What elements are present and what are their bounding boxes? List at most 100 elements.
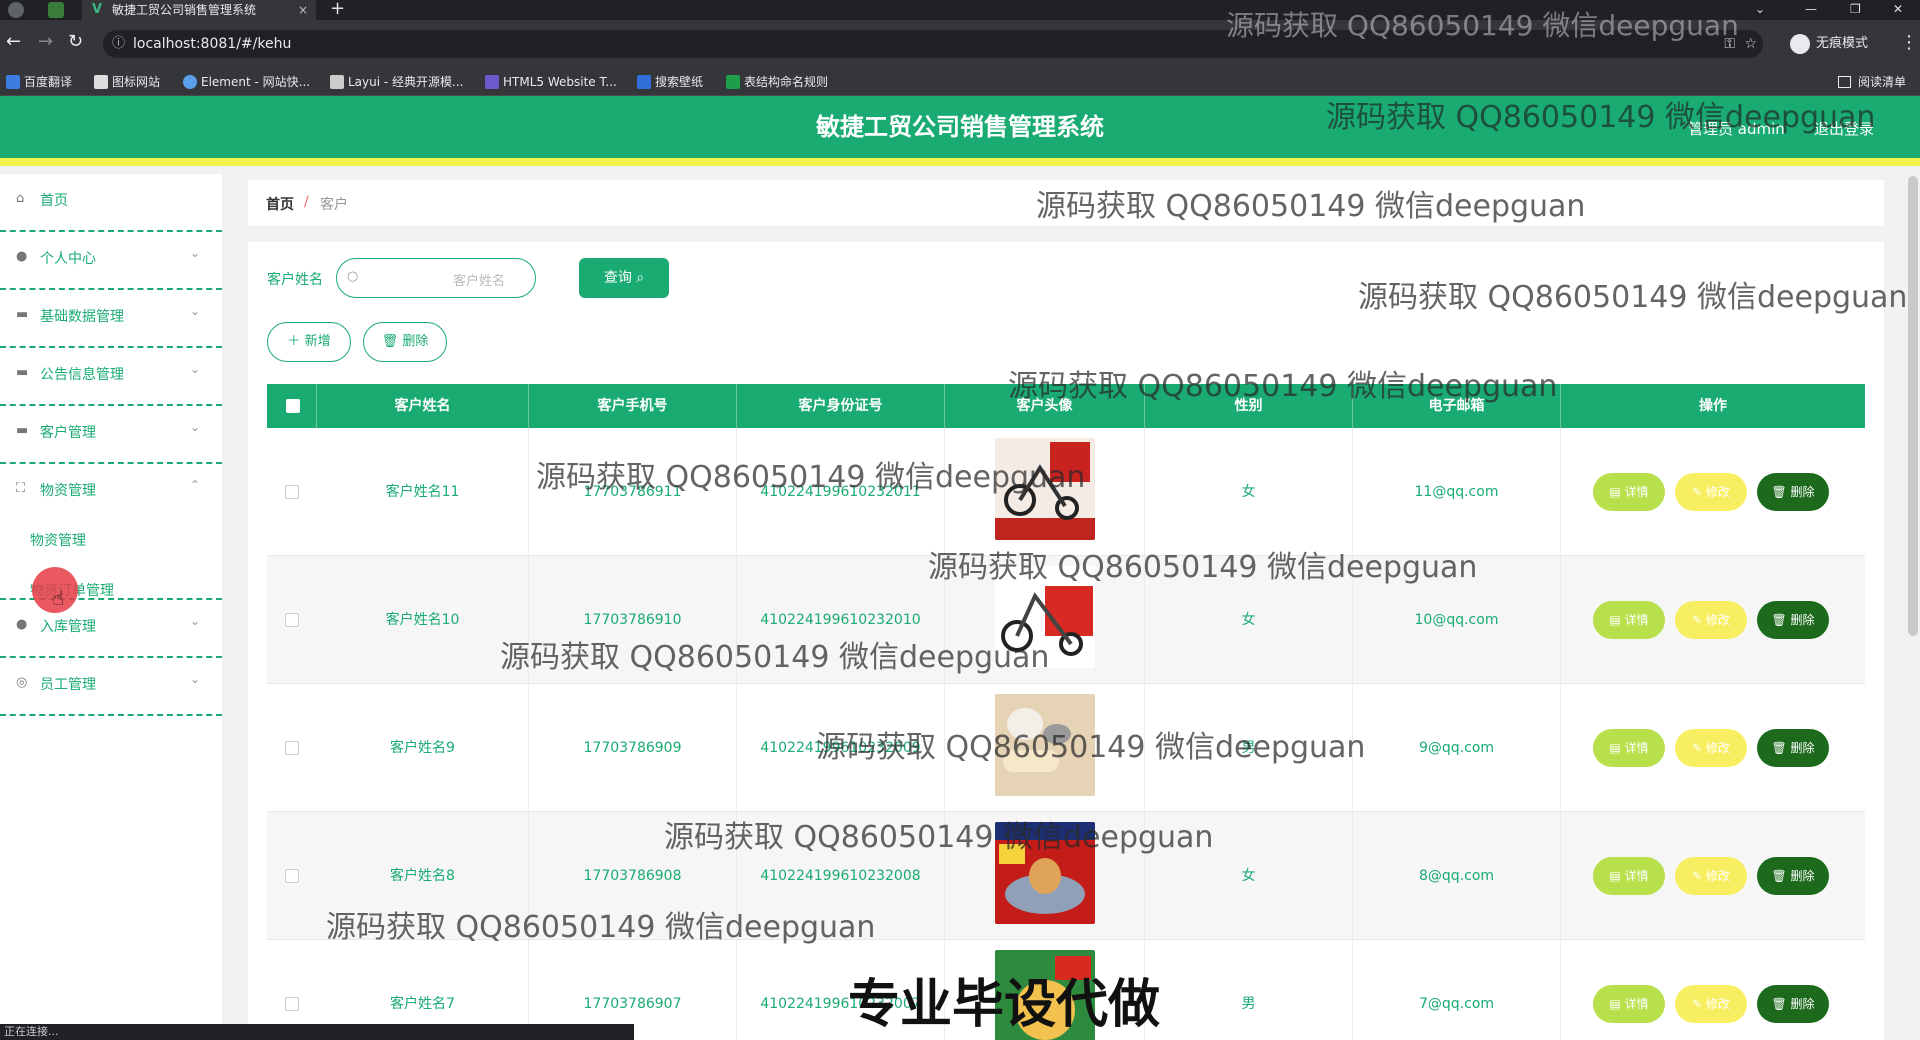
back-icon[interactable]: ←: [6, 32, 21, 52]
detail-button[interactable]: ▤ 详情: [1593, 729, 1665, 767]
bookmark-item[interactable]: HTML5 Website T...: [483, 68, 617, 96]
column-header: 客户姓名: [317, 384, 529, 428]
trash-icon: 🗑: [1771, 997, 1791, 1011]
forward-icon[interactable]: →: [38, 32, 53, 52]
incognito-label: 无痕模式: [1816, 36, 1869, 51]
sidebar-item-notice[interactable]: ▬ 公告信息管理 ⌄: [0, 348, 222, 406]
sidebar-item-customer[interactable]: ▬ 客户管理 ⌄: [0, 406, 222, 464]
batch-delete-button[interactable]: 🗑 删除: [363, 322, 447, 362]
delete-button[interactable]: 🗑 删除: [1757, 985, 1829, 1023]
bookmark-item[interactable]: Layui - 经典开源模...: [328, 68, 463, 96]
delete-button[interactable]: 🗑 删除: [1757, 729, 1829, 767]
sidebar-item-label: 物资管理: [40, 483, 96, 499]
new-tab-button[interactable]: +: [330, 0, 345, 19]
row-checkbox[interactable]: [285, 869, 299, 883]
bookmark-item[interactable]: 百度翻译: [4, 68, 72, 96]
row-checkbox[interactable]: [285, 485, 299, 499]
edit-button[interactable]: ✎ 修改: [1675, 729, 1747, 767]
incognito-indicator[interactable]: 无痕模式: [1790, 31, 1868, 57]
vue-favicon-icon: V: [92, 2, 103, 17]
detail-button[interactable]: ▤ 详情: [1593, 473, 1665, 511]
column-header: 客户手机号: [529, 384, 737, 428]
chevron-down-icon: ⌄: [189, 304, 200, 318]
sidebar-item-base-data[interactable]: ▬ 基础数据管理 ⌄: [0, 290, 222, 348]
detail-icon: ▤: [1609, 613, 1625, 627]
sidebar-item-label: 入库管理: [40, 619, 96, 635]
watermark-text: 源码获取 QQ86050149 微信deepguan: [536, 460, 1086, 495]
detail-icon: ▤: [1609, 869, 1625, 883]
sidebar-item-staff[interactable]: ◎ 员工管理 ⌄: [0, 658, 222, 716]
detail-button[interactable]: ▤ 详情: [1593, 857, 1665, 895]
customer-gender: 女: [1145, 428, 1353, 556]
search-icon: ⌕: [636, 270, 645, 286]
trash-icon: 🗑: [1771, 741, 1791, 755]
sidebar-item-label: 客户管理: [40, 425, 96, 441]
customer-email: 7@qq.com: [1353, 940, 1561, 1040]
edit-button[interactable]: ✎ 修改: [1675, 857, 1747, 895]
sidebar-item-inbound[interactable]: ● 入库管理 ⌄: [0, 600, 222, 658]
edit-button[interactable]: ✎ 修改: [1675, 473, 1747, 511]
sidebar-item-label: 个人中心: [40, 251, 96, 267]
restore-icon[interactable]: ❐: [1850, 0, 1861, 18]
bookmark-favicon-icon: [94, 75, 108, 89]
sidebar-item-profile[interactable]: ● 个人中心 ⌄: [0, 232, 222, 290]
tab-list-icon[interactable]: ⌄: [1755, 0, 1765, 18]
column-header: 客户身份证号: [737, 384, 945, 428]
browser-more-icon[interactable]: ⋮: [1900, 32, 1918, 53]
search-placeholder: 客户姓名: [452, 274, 505, 289]
sidebar-item-label: 公告信息管理: [40, 367, 124, 383]
page-scrollbar[interactable]: [1908, 176, 1918, 636]
detail-button[interactable]: ▤ 详情: [1593, 985, 1665, 1023]
chevron-down-icon: ⌄: [189, 614, 200, 628]
reading-list-icon: [1838, 76, 1851, 88]
row-checkbox[interactable]: [285, 997, 299, 1011]
delete-button[interactable]: 🗑 删除: [1757, 601, 1829, 639]
breadcrumb-home[interactable]: 首页: [266, 194, 294, 214]
sidebar-item-home[interactable]: ⌂ 首页: [0, 174, 222, 232]
delete-button[interactable]: 🗑 删除: [1757, 473, 1829, 511]
bookmark-item[interactable]: 表结构命名规则: [724, 68, 828, 96]
bookmark-item[interactable]: Element - 网站快...: [181, 68, 310, 96]
home-icon: ⌂: [16, 191, 25, 206]
bookmark-item[interactable]: 搜索壁纸: [635, 68, 703, 96]
close-tab-icon[interactable]: ×: [298, 0, 308, 20]
submenu-goods[interactable]: 物资管理: [30, 530, 86, 550]
bookmark-item[interactable]: 图标网站: [92, 68, 160, 96]
batch-delete-label: 删除: [402, 334, 429, 349]
customer-name: 客户姓名10: [317, 556, 529, 684]
query-button[interactable]: 查询 ⌕: [579, 258, 669, 298]
detail-button[interactable]: ▤ 详情: [1593, 601, 1665, 639]
site-info-icon[interactable]: ⓘ: [112, 30, 125, 58]
staff-icon: ◎: [16, 675, 28, 690]
goods-icon: ⛶: [16, 481, 26, 496]
select-all-checkbox[interactable]: [286, 399, 300, 413]
watermark-text: 源码获取 QQ86050149 微信deepguan: [1226, 9, 1739, 42]
column-header: 操作: [1699, 398, 1727, 414]
minimize-icon[interactable]: —: [1805, 0, 1817, 18]
browser-status-bar: 正在连接...: [0, 1024, 634, 1040]
close-window-icon[interactable]: ✕: [1893, 0, 1903, 18]
watermark-text: 源码获取 QQ86050149 微信deepguan: [1358, 280, 1908, 315]
add-button[interactable]: ＋ 新增: [267, 322, 351, 362]
breadcrumb-separator: /: [304, 194, 309, 210]
search-input[interactable]: ○ 客户姓名: [336, 258, 536, 298]
customer-icon: ▬: [16, 423, 29, 438]
chevron-down-icon: ⌄: [189, 420, 200, 434]
inbound-icon: ●: [16, 617, 28, 632]
row-checkbox[interactable]: [285, 741, 299, 755]
trash-icon: 🗑: [1771, 869, 1791, 883]
reload-icon[interactable]: ↻: [68, 32, 83, 52]
search-icon: ○: [347, 269, 359, 284]
browser-tab[interactable]: V 敏捷工贸公司销售管理系统 ×: [82, 0, 316, 20]
customer-email: 11@qq.com: [1353, 428, 1561, 556]
bookmark-favicon-icon: [485, 75, 499, 89]
browser-menu-icon[interactable]: [8, 2, 24, 18]
delete-button[interactable]: 🗑 删除: [1757, 857, 1829, 895]
edit-button[interactable]: ✎ 修改: [1675, 601, 1747, 639]
watermark-text: 源码获取 QQ86050149 微信deepguan: [664, 820, 1214, 855]
tab-search-icon[interactable]: [48, 2, 64, 18]
bookmark-star-icon[interactable]: ☆: [1744, 30, 1757, 58]
edit-icon: ✎: [1692, 613, 1706, 627]
edit-button[interactable]: ✎ 修改: [1675, 985, 1747, 1023]
row-checkbox[interactable]: [285, 613, 299, 627]
